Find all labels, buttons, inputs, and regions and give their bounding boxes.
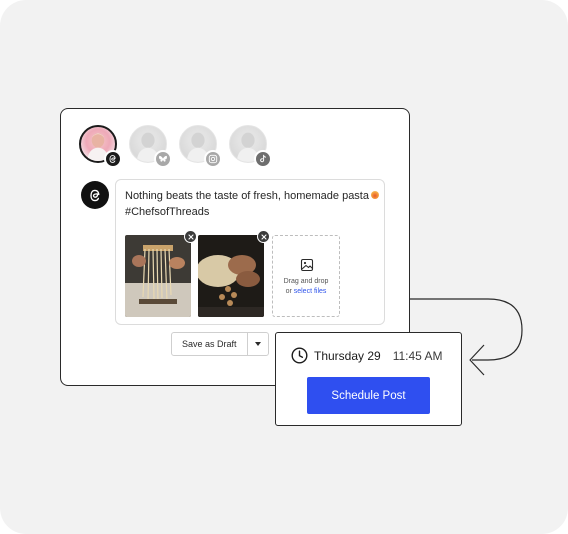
- remove-image-button[interactable]: [184, 230, 197, 243]
- draft-options-button[interactable]: [248, 333, 268, 355]
- pasta-emoji-icon: [370, 191, 379, 199]
- schedule-post-button[interactable]: Schedule Post: [307, 377, 430, 414]
- instagram-icon: [204, 150, 222, 168]
- account-selector: [79, 125, 272, 168]
- select-files-link[interactable]: select files: [294, 288, 327, 295]
- schedule-datetime[interactable]: Thursday 29 11:45 AM: [291, 347, 443, 364]
- post-text-hashtag: #ChefsofThreads: [125, 206, 210, 218]
- account-avatar-instagram[interactable]: [179, 125, 222, 168]
- post-text-line-1: Nothing beats the taste of fresh, homema…: [125, 190, 369, 202]
- chevron-down-icon: [254, 342, 261, 346]
- save-draft-split-button: Save as Draft: [171, 332, 269, 356]
- save-as-draft-button[interactable]: Save as Draft: [172, 333, 248, 355]
- media-dropzone[interactable]: Drag and drop or select files: [272, 235, 340, 317]
- post-editor[interactable]: Nothing beats the taste of fresh, homema…: [115, 179, 385, 325]
- tiktok-icon: [254, 150, 272, 168]
- butterfly-icon: [154, 150, 172, 168]
- dropzone-label: Drag and drop: [283, 278, 329, 285]
- remove-image-button[interactable]: [257, 230, 270, 243]
- media-thumbnail[interactable]: [198, 235, 264, 317]
- clock-icon: [291, 347, 308, 364]
- post-text[interactable]: Nothing beats the taste of fresh, homema…: [125, 188, 379, 220]
- pasta-hanging-photo: [125, 235, 191, 317]
- schedule-time: 11:45 AM: [392, 348, 443, 363]
- media-thumbnail[interactable]: [125, 235, 191, 317]
- threads-logo-icon: [81, 181, 109, 209]
- dropzone-prefix: or: [285, 288, 294, 295]
- account-avatar-tiktok[interactable]: [229, 125, 272, 168]
- image-icon: [300, 258, 314, 272]
- pasta-shaping-photo: [198, 235, 264, 317]
- account-avatar-threads[interactable]: [79, 125, 122, 168]
- threads-icon: [104, 150, 122, 168]
- account-avatar-bluesky[interactable]: [129, 125, 172, 168]
- schedule-card: Thursday 29 11:45 AM Schedule Post: [275, 332, 462, 426]
- schedule-day: Thursday 29: [314, 348, 381, 363]
